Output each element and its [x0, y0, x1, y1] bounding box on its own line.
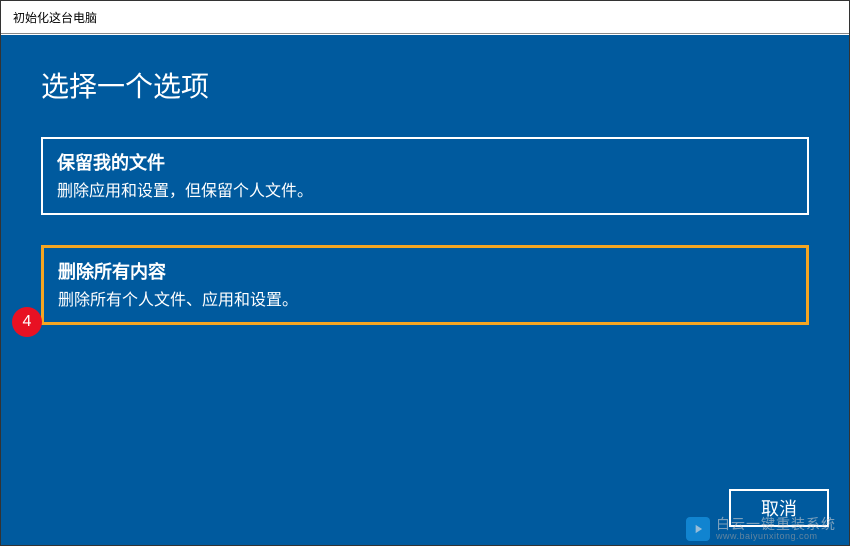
- watermark-logo-icon: [686, 517, 710, 541]
- option-remove-everything-title: 删除所有内容: [58, 258, 792, 284]
- page-heading: 选择一个选项: [41, 65, 809, 105]
- watermark-text: 白云一键重装系统 www.baiyunxitong.com: [716, 517, 836, 542]
- option-keep-files-title: 保留我的文件: [57, 149, 793, 175]
- option-remove-everything[interactable]: 删除所有内容 删除所有个人文件、应用和设置。: [41, 245, 809, 325]
- watermark: 白云一键重装系统 www.baiyunxitong.com: [686, 517, 836, 542]
- window-title: 初始化这台电脑: [13, 9, 97, 26]
- dialog-content: 选择一个选项 保留我的文件 删除应用和设置，但保留个人文件。 删除所有内容 删除…: [1, 35, 849, 545]
- titlebar: 初始化这台电脑: [1, 1, 849, 34]
- reset-pc-dialog: 初始化这台电脑 选择一个选项 保留我的文件 删除应用和设置，但保留个人文件。 删…: [0, 0, 850, 546]
- option-keep-files[interactable]: 保留我的文件 删除应用和设置，但保留个人文件。: [41, 137, 809, 215]
- option-remove-everything-description: 删除所有个人文件、应用和设置。: [58, 286, 792, 310]
- watermark-main-text: 白云一键重装系统: [716, 517, 836, 532]
- option-keep-files-description: 删除应用和设置，但保留个人文件。: [57, 177, 793, 201]
- step-number-badge: 4: [12, 307, 42, 337]
- watermark-sub-text: www.baiyunxitong.com: [716, 532, 836, 542]
